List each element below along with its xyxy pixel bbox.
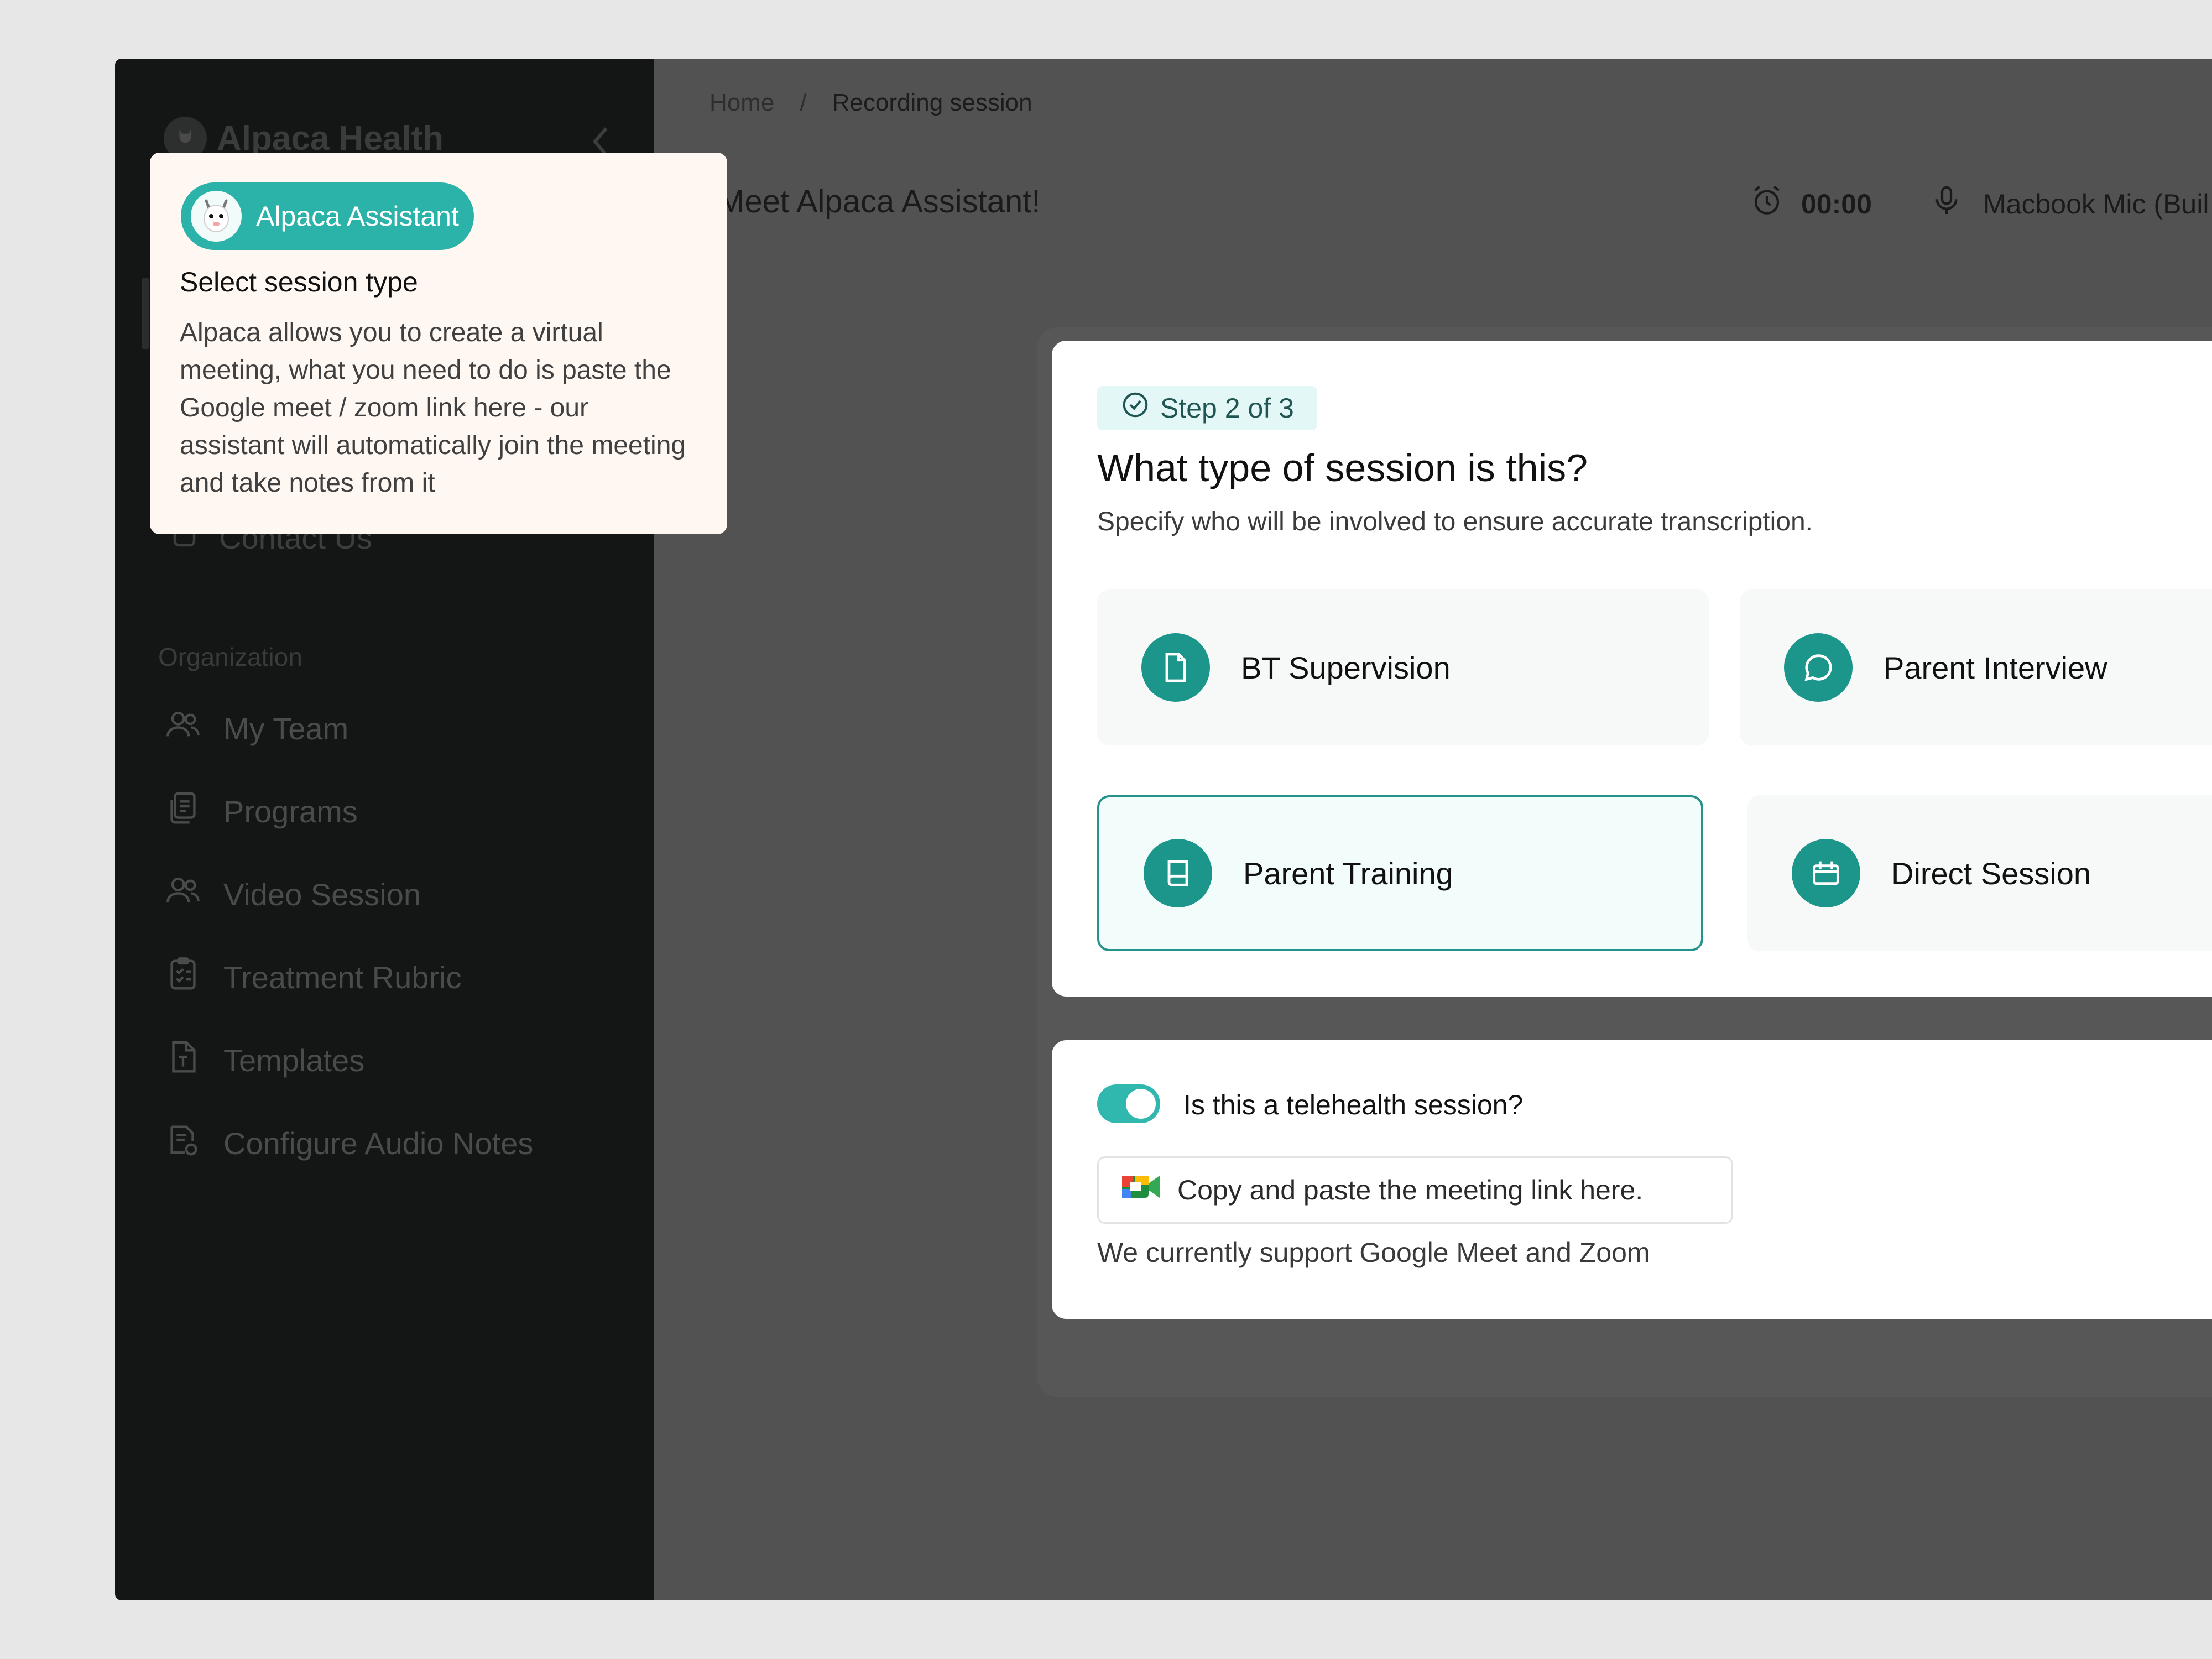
users-icon — [164, 706, 202, 752]
sidebar-item-label: Templates — [223, 1043, 365, 1078]
sidebar-item-video-session[interactable]: Video Session — [164, 872, 421, 917]
users-icon — [164, 872, 202, 917]
step-badge: Step 2 of 3 — [1097, 386, 1317, 430]
assistant-badge: Alpaca Assistant — [181, 182, 474, 250]
meeting-link-placeholder: Copy and paste the meeting link here. — [1177, 1175, 1644, 1206]
microphone-label: Macbook Mic (Buil — [1983, 189, 2209, 220]
chat-bubble-icon — [1784, 633, 1853, 702]
breadcrumb-home[interactable]: Home — [709, 89, 774, 117]
page-title: Meet Alpaca Assistant! — [718, 184, 1041, 220]
document-icon — [1141, 633, 1210, 702]
copy-document-icon — [164, 789, 202, 834]
google-meet-icon — [1120, 1170, 1162, 1210]
sidebar-item-label: Configure Audio Notes — [223, 1126, 534, 1161]
breadcrumb: Home / Recording session — [709, 89, 1032, 117]
option-label: Parent Training — [1243, 855, 1453, 891]
onboarding-tooltip: Alpaca Assistant Select session type Alp… — [150, 153, 727, 534]
option-bt-supervision[interactable]: BT Supervision — [1097, 589, 1709, 745]
microphone-selector[interactable]: Macbook Mic (Buil — [1929, 183, 2209, 225]
session-type-card: Step 2 of 3 What type of session is this… — [1052, 341, 2212, 997]
telehealth-toggle[interactable] — [1097, 1084, 1160, 1123]
calendar-icon — [1792, 839, 1860, 907]
sidebar-item-treatment-rubric[interactable]: Treatment Rubric — [164, 954, 462, 1000]
option-parent-training[interactable]: Parent Training — [1097, 795, 1703, 951]
sidebar-item-label: Treatment Rubric — [223, 960, 462, 995]
telehealth-label: Is this a telehealth session? — [1183, 1089, 1524, 1120]
sidebar-item-label: My Team — [223, 711, 349, 746]
active-nav-indicator — [142, 278, 149, 349]
sidebar-item-templates[interactable]: Templates — [164, 1037, 364, 1083]
step-label: Step 2 of 3 — [1160, 393, 1294, 424]
section-label-organization: Organization — [158, 643, 302, 671]
alarm-clock-icon — [1749, 183, 1785, 225]
question-title: What type of session is this? — [1097, 446, 1588, 489]
sidebar-item-configure-audio-notes[interactable]: Configure Audio Notes — [164, 1120, 533, 1166]
sidebar-item-label: Video Session — [223, 877, 421, 912]
option-label: Direct Session — [1891, 855, 2091, 891]
option-parent-interview[interactable]: Parent Interview — [1740, 589, 2212, 745]
option-label: BT Supervision — [1241, 650, 1451, 685]
sidebar-item-label: Programs — [223, 794, 358, 829]
sidebar-item-programs[interactable]: Programs — [164, 789, 358, 834]
timer-value: 00:00 — [1801, 189, 1872, 220]
supported-platforms-note: We currently support Google Meet and Zoo… — [1097, 1237, 1650, 1268]
clipboard-check-icon — [164, 954, 202, 1000]
brand-name: Alpaca Health — [217, 119, 444, 158]
question-subtitle: Specify who will be involved to ensure a… — [1097, 507, 1813, 536]
book-icon — [1144, 839, 1212, 907]
tooltip-title: Select session type — [180, 267, 418, 298]
alpaca-mascot-icon — [191, 191, 242, 242]
session-timer: 00:00 — [1749, 183, 1872, 225]
tooltip-body: Alpaca allows you to create a virtual me… — [180, 318, 686, 498]
breadcrumb-current: Recording session — [832, 89, 1032, 116]
audio-notes-icon — [164, 1120, 202, 1166]
option-direct-session[interactable]: Direct Session — [1747, 795, 2212, 951]
toggle-knob — [1126, 1089, 1156, 1119]
check-circle-icon — [1120, 390, 1150, 426]
meeting-link-input[interactable]: Copy and paste the meeting link here. — [1097, 1156, 1733, 1224]
option-label: Parent Interview — [1884, 650, 2107, 685]
telehealth-card: Is this a telehealth session? Copy and p… — [1052, 1040, 2212, 1319]
template-file-icon — [164, 1037, 202, 1083]
breadcrumb-separator: / — [800, 89, 807, 116]
assistant-badge-label: Alpaca Assistant — [256, 201, 459, 232]
microphone-icon — [1929, 183, 1964, 225]
sidebar-item-my-team[interactable]: My Team — [164, 706, 348, 752]
